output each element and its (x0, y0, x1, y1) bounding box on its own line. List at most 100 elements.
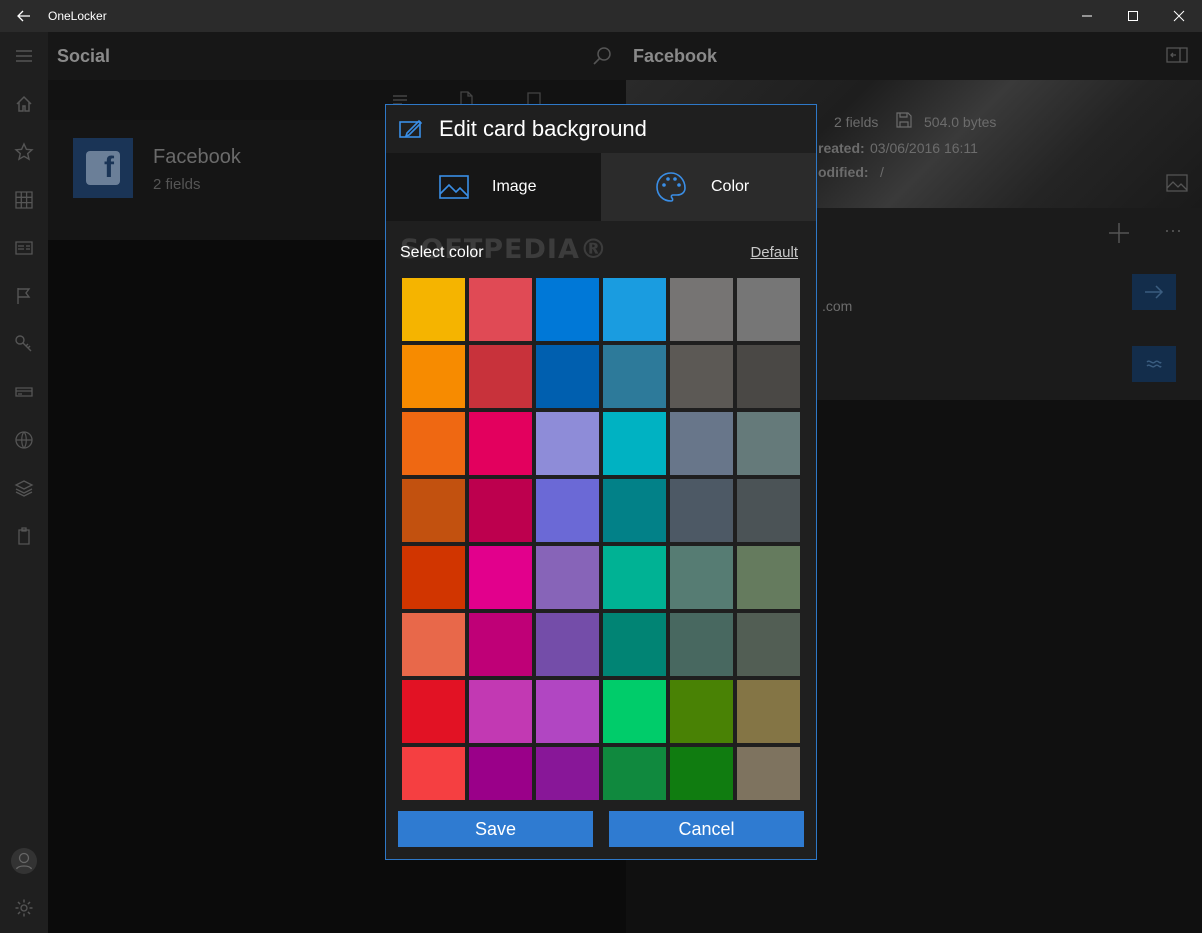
color-swatch[interactable] (536, 747, 599, 800)
back-arrow-icon (17, 10, 30, 22)
color-swatch[interactable] (402, 345, 465, 408)
color-swatch[interactable] (737, 278, 800, 341)
color-swatch[interactable] (469, 479, 532, 542)
nav-passwords[interactable] (12, 332, 36, 356)
hamburger-icon (16, 50, 32, 62)
color-swatch[interactable] (670, 680, 733, 743)
add-icon[interactable] (1108, 222, 1130, 244)
title-bar: OneLocker (0, 0, 1202, 32)
color-swatch[interactable] (603, 412, 666, 475)
flag-icon (17, 288, 31, 304)
collapse-pane-button[interactable] (1166, 46, 1188, 69)
tab-image[interactable]: Image (386, 153, 601, 221)
color-swatch[interactable] (536, 680, 599, 743)
settings-button[interactable] (12, 896, 36, 920)
home-icon (16, 95, 32, 112)
hamburger-menu-button[interactable] (12, 44, 36, 68)
color-swatch[interactable] (737, 412, 800, 475)
color-swatch[interactable] (469, 345, 532, 408)
color-swatch[interactable] (469, 747, 532, 800)
gear-icon (15, 899, 33, 917)
minimize-button[interactable] (1064, 0, 1110, 32)
color-swatch[interactable] (737, 747, 800, 800)
nav-payment-cards[interactable] (12, 380, 36, 404)
tab-color[interactable]: Color (601, 153, 816, 221)
color-swatch[interactable] (402, 613, 465, 676)
close-icon (1173, 10, 1185, 22)
facebook-logo-icon: f (86, 151, 120, 185)
image-icon (439, 175, 469, 199)
key-icon (15, 335, 32, 352)
color-swatch[interactable] (737, 345, 800, 408)
image-icon[interactable] (1166, 174, 1188, 192)
open-link-button[interactable] (1132, 274, 1176, 310)
list-title: Social (57, 46, 111, 66)
nav-rail (0, 32, 48, 933)
color-swatch[interactable] (737, 613, 800, 676)
nav-categories[interactable] (12, 476, 36, 500)
save-button[interactable]: Save (398, 811, 593, 847)
color-swatch[interactable] (469, 546, 532, 609)
color-swatch[interactable] (402, 412, 465, 475)
created-label: reated: (818, 140, 865, 156)
color-swatch[interactable] (670, 412, 733, 475)
color-swatch[interactable] (670, 278, 733, 341)
maximize-icon (1128, 11, 1138, 21)
color-swatch[interactable] (402, 479, 465, 542)
color-swatch[interactable] (603, 613, 666, 676)
color-swatch[interactable] (670, 747, 733, 800)
nav-all-cards[interactable] (12, 188, 36, 212)
color-swatch[interactable] (603, 747, 666, 800)
color-swatch[interactable] (670, 345, 733, 408)
color-swatch[interactable] (536, 278, 599, 341)
search-button[interactable] (592, 46, 612, 71)
nav-flagged[interactable] (12, 284, 36, 308)
detail-header: Facebook (626, 32, 1202, 80)
color-swatch[interactable] (536, 479, 599, 542)
color-swatch[interactable] (603, 479, 666, 542)
color-swatch[interactable] (737, 546, 800, 609)
nav-web[interactable] (12, 428, 36, 452)
color-swatch[interactable] (536, 345, 599, 408)
edit-card-background-dialog: Edit card background Image Color SOFTPED… (385, 104, 817, 860)
color-swatch[interactable] (469, 278, 532, 341)
color-swatch[interactable] (603, 278, 666, 341)
panel-icon (1166, 47, 1188, 63)
more-options-icon[interactable]: ··· (1164, 220, 1182, 241)
nav-favorites[interactable] (12, 140, 36, 164)
color-swatch[interactable] (670, 613, 733, 676)
color-grid (402, 278, 802, 800)
color-swatch[interactable] (536, 412, 599, 475)
default-color-link[interactable]: Default (750, 244, 798, 261)
color-swatch[interactable] (402, 680, 465, 743)
dialog-title: Edit card background (439, 116, 647, 141)
account-button[interactable] (10, 847, 38, 875)
cancel-button[interactable]: Cancel (609, 811, 804, 847)
maximize-button[interactable] (1110, 0, 1156, 32)
nav-trash[interactable] (12, 524, 36, 548)
color-swatch[interactable] (536, 546, 599, 609)
color-swatch[interactable] (402, 546, 465, 609)
created-value: 03/06/2016 16:11 (870, 140, 978, 156)
close-button[interactable] (1156, 0, 1202, 32)
color-swatch[interactable] (603, 680, 666, 743)
color-swatch[interactable] (670, 479, 733, 542)
color-swatch[interactable] (402, 278, 465, 341)
nav-home[interactable] (12, 92, 36, 116)
facebook-tile: f (73, 138, 133, 198)
modified-value: / (880, 164, 884, 180)
back-button[interactable] (0, 0, 48, 32)
color-swatch[interactable] (536, 613, 599, 676)
nav-cards[interactable] (12, 236, 36, 260)
reveal-password-button[interactable] (1132, 346, 1176, 382)
color-swatch[interactable] (603, 345, 666, 408)
color-swatch[interactable] (603, 546, 666, 609)
item-title: Facebook (153, 146, 241, 168)
color-swatch[interactable] (737, 680, 800, 743)
color-swatch[interactable] (469, 412, 532, 475)
color-swatch[interactable] (402, 747, 465, 800)
color-swatch[interactable] (737, 479, 800, 542)
color-swatch[interactable] (469, 613, 532, 676)
color-swatch[interactable] (469, 680, 532, 743)
color-swatch[interactable] (670, 546, 733, 609)
